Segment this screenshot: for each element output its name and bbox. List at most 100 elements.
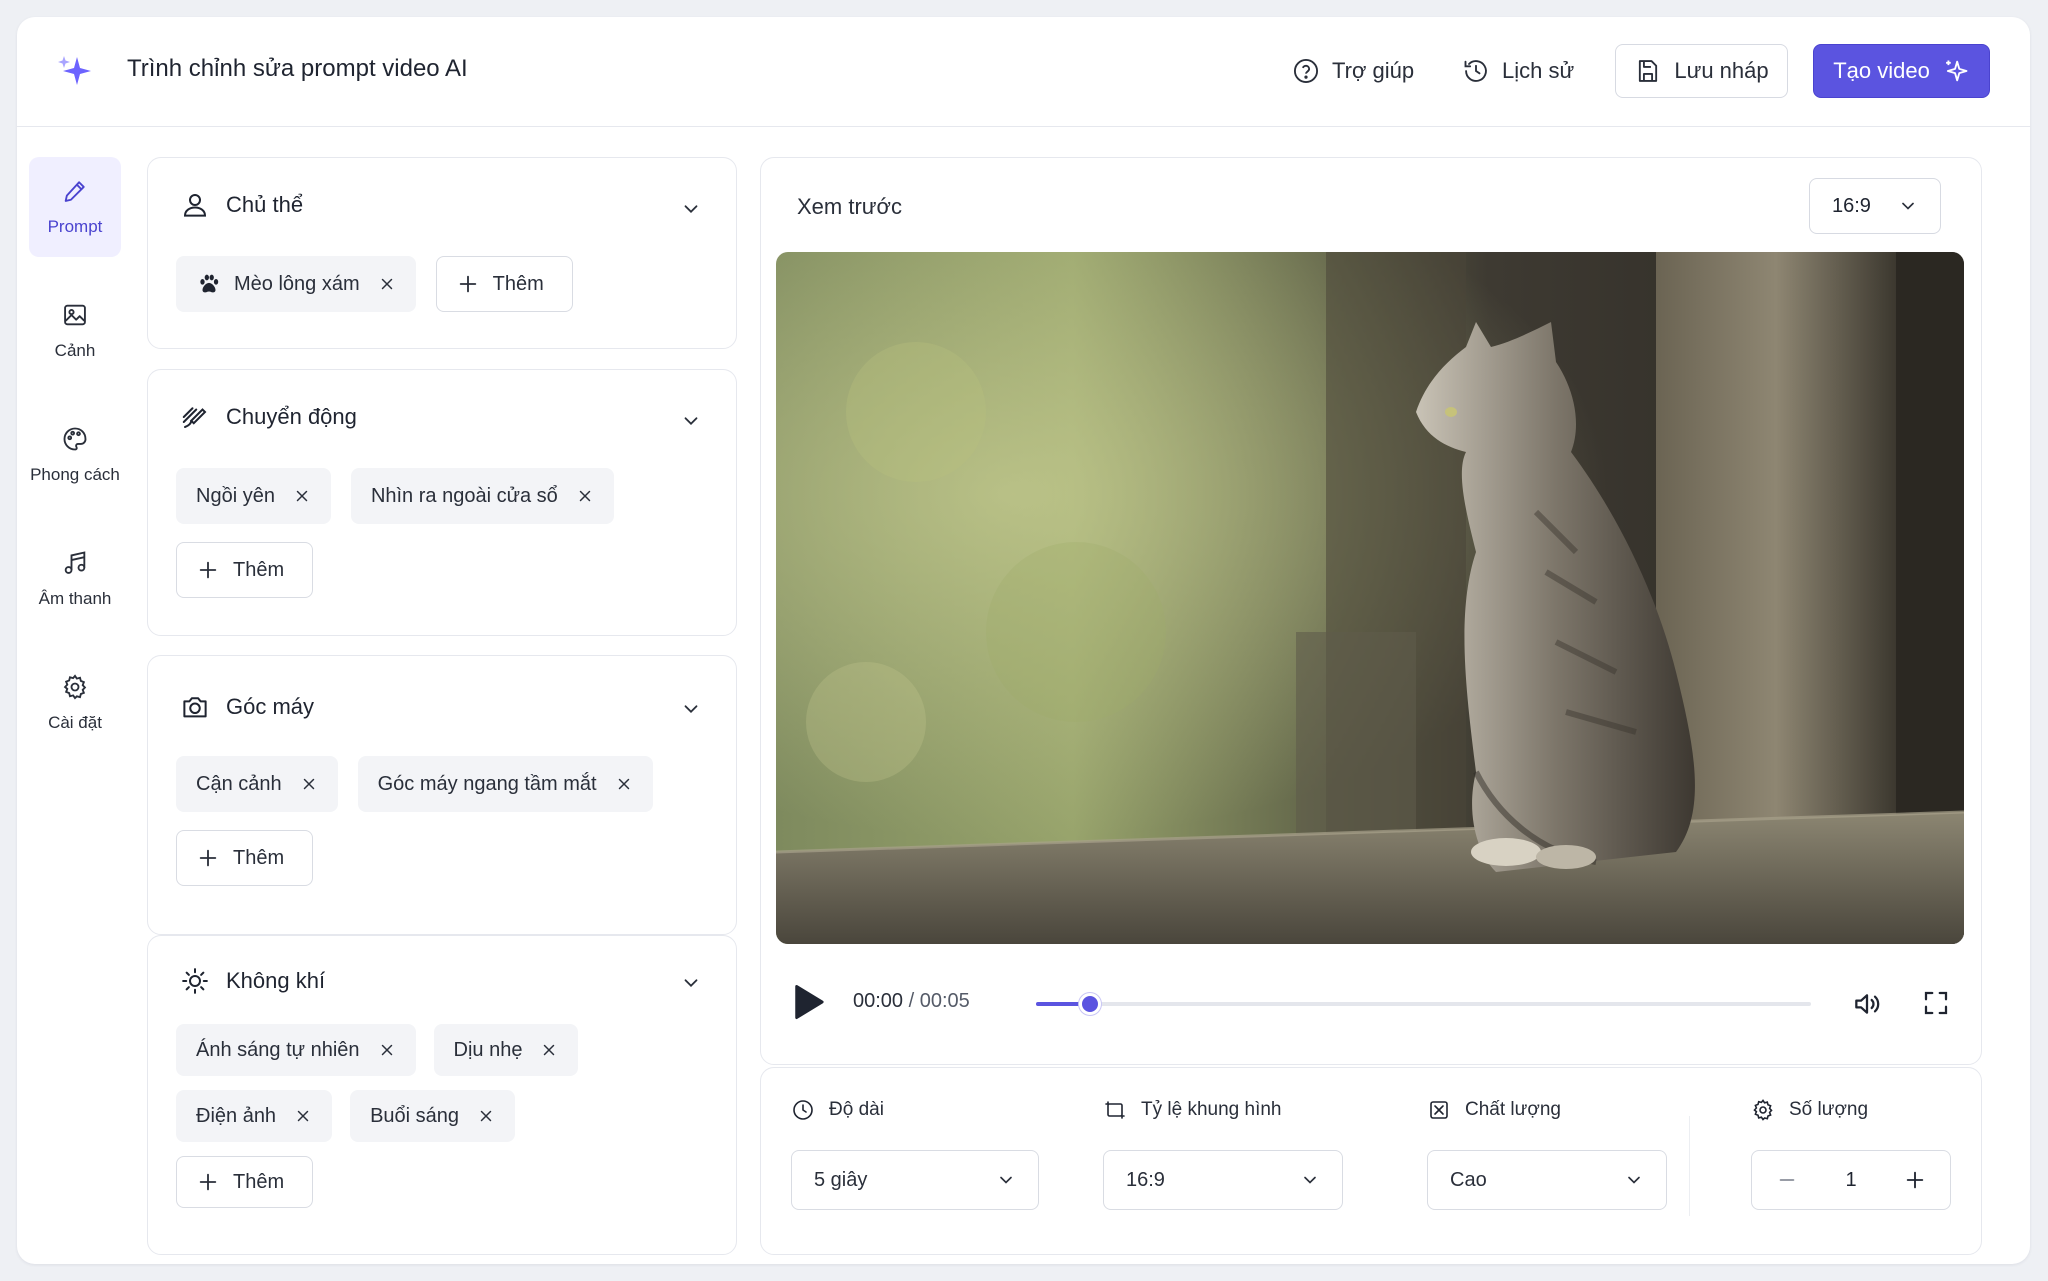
progress-track[interactable] bbox=[1036, 993, 1811, 1015]
add-label: Thêm bbox=[492, 272, 544, 295]
top-header: Trình chỉnh sửa prompt video AI Trợ giúp… bbox=[17, 17, 2030, 127]
subject-title: Chủ thể bbox=[226, 192, 304, 217]
nav-item-scene[interactable]: Cảnh bbox=[29, 281, 121, 381]
close-icon[interactable] bbox=[378, 275, 396, 293]
play-icon[interactable] bbox=[791, 982, 825, 1022]
progress-thumb[interactable] bbox=[1079, 993, 1102, 1015]
length-select[interactable]: 5 giây bbox=[791, 1150, 1039, 1210]
close-icon[interactable] bbox=[293, 487, 311, 505]
chevron-down-icon[interactable] bbox=[680, 410, 702, 432]
app-title: Trình chỉnh sửa prompt video AI bbox=[127, 55, 468, 82]
close-icon[interactable] bbox=[615, 775, 633, 793]
camera-title: Góc máy bbox=[226, 694, 315, 719]
quality-value: Cao bbox=[1450, 1168, 1487, 1191]
add-label: Thêm bbox=[233, 846, 285, 869]
sparkle-icon bbox=[1945, 60, 1968, 82]
side-nav: Prompt Cảnh Phong cách Âm thanh Cài đặt bbox=[29, 157, 121, 777]
add-camera-button[interactable]: Thêm bbox=[176, 830, 314, 886]
help-button[interactable]: Trợ giúp bbox=[1292, 44, 1414, 98]
close-icon[interactable] bbox=[576, 487, 594, 505]
chip: Mèo lông xám bbox=[176, 256, 416, 312]
video-preview[interactable] bbox=[776, 252, 1964, 944]
quality-label: Chất lượng bbox=[1465, 1099, 1561, 1120]
close-icon[interactable] bbox=[300, 775, 318, 793]
chip: Ánh sáng tự nhiên bbox=[176, 1024, 416, 1076]
preview-card: Xem trước 16:9 00:00 / 00:05 bbox=[760, 157, 1982, 1065]
close-icon[interactable] bbox=[540, 1041, 558, 1059]
save-draft-label: Lưu nháp bbox=[1674, 58, 1769, 83]
history-icon bbox=[1464, 60, 1487, 82]
nav-item-prompt[interactable]: Prompt bbox=[29, 157, 121, 257]
close-icon[interactable] bbox=[378, 1041, 396, 1059]
plus-icon bbox=[199, 561, 217, 579]
video-controls: 00:00 / 00:05 bbox=[791, 978, 1951, 1028]
mood-title: Không khí bbox=[226, 968, 326, 993]
camera-header[interactable]: Góc máy bbox=[180, 692, 314, 722]
music-icon bbox=[64, 551, 86, 574]
mood-chips: Ánh sáng tự nhiên Dịu nhẹ Điện ảnh Buổi … bbox=[176, 1024, 626, 1208]
help-circle-icon bbox=[1293, 58, 1319, 84]
aspect-label-row: Tỷ lệ khung hình bbox=[1103, 1098, 1343, 1122]
quality-select[interactable]: Cao bbox=[1427, 1150, 1667, 1210]
fullscreen-icon[interactable] bbox=[1921, 988, 1951, 1018]
add-label: Thêm bbox=[233, 558, 285, 581]
palette-icon bbox=[63, 427, 87, 451]
save-draft-button[interactable]: Lưu nháp bbox=[1615, 44, 1788, 98]
close-icon[interactable] bbox=[477, 1107, 495, 1125]
subject-header[interactable]: Chủ thể bbox=[180, 190, 303, 220]
paw-icon bbox=[200, 274, 219, 293]
length-label: Độ dài bbox=[829, 1099, 884, 1120]
aspect-select[interactable]: 16:9 bbox=[1103, 1150, 1343, 1210]
chip-label: Ánh sáng tự nhiên bbox=[196, 1038, 360, 1061]
quality-setting: Chất lượng Cao bbox=[1427, 1098, 1667, 1210]
aspect-value: 16:9 bbox=[1126, 1168, 1165, 1191]
nav-item-settings[interactable]: Cài đặt bbox=[29, 653, 121, 753]
chip: Góc máy ngang tầm mắt bbox=[357, 756, 653, 812]
gear-icon bbox=[1753, 1099, 1773, 1121]
count-value[interactable]: 1 bbox=[1845, 1169, 1856, 1192]
nav-item-label: Prompt bbox=[47, 217, 103, 236]
history-button[interactable]: Lịch sử bbox=[1462, 44, 1574, 98]
chevron-down-icon[interactable] bbox=[680, 198, 702, 220]
time-separator: / bbox=[903, 990, 920, 1012]
chip: Ngồi yên bbox=[176, 468, 331, 524]
chevron-down-icon[interactable] bbox=[680, 972, 702, 994]
plus-icon[interactable] bbox=[1904, 1169, 1926, 1191]
plus-icon bbox=[199, 849, 217, 867]
chip: Dịu nhẹ bbox=[433, 1024, 579, 1076]
motion-card: Chuyển động Ngồi yên Nhìn ra ngoài cửa s… bbox=[147, 369, 737, 636]
volume-icon[interactable] bbox=[1851, 988, 1883, 1020]
nav-item-style[interactable]: Phong cách bbox=[29, 405, 121, 505]
crop-ratio-icon bbox=[1105, 1101, 1125, 1119]
camera-chips: Cận cảnh Góc máy ngang tầm mắt Thêm bbox=[176, 756, 708, 886]
add-motion-button[interactable]: Thêm bbox=[176, 542, 314, 598]
clock-icon bbox=[793, 1100, 813, 1120]
gear-icon bbox=[63, 674, 87, 700]
preview-ratio-select[interactable]: 16:9 bbox=[1809, 178, 1941, 234]
minus-icon[interactable] bbox=[1776, 1169, 1798, 1191]
count-stepper: 1 bbox=[1751, 1150, 1951, 1210]
chip-label: Nhìn ra ngoài cửa sổ bbox=[370, 484, 558, 507]
create-video-button[interactable]: Tạo video bbox=[1813, 44, 1990, 98]
settings-card: Độ dài 5 giây Tỷ lệ khung hình 16:9 Chất… bbox=[760, 1067, 1982, 1255]
chevron-down-icon[interactable] bbox=[680, 698, 702, 720]
duration-time: 00:05 bbox=[919, 990, 970, 1012]
nav-item-audio[interactable]: Âm thanh bbox=[29, 529, 121, 629]
user-icon bbox=[183, 194, 207, 217]
nav-item-label: Âm thanh bbox=[38, 589, 112, 608]
mood-header[interactable]: Không khí bbox=[180, 966, 325, 996]
chip-label: Dịu nhẹ bbox=[453, 1038, 523, 1061]
add-mood-button[interactable]: Thêm bbox=[176, 1156, 314, 1208]
chevron-down-icon bbox=[1628, 1176, 1640, 1184]
quality-icon bbox=[1430, 1101, 1448, 1119]
sun-icon bbox=[182, 968, 208, 994]
length-setting: Độ dài 5 giây bbox=[791, 1098, 1039, 1210]
subject-chips: Mèo lông xám Thêm bbox=[176, 256, 708, 312]
history-label: Lịch sử bbox=[1502, 58, 1575, 83]
add-subject-button[interactable]: Thêm bbox=[435, 256, 573, 312]
motion-header[interactable]: Chuyển động bbox=[180, 402, 357, 432]
time-display: 00:00 / 00:05 bbox=[853, 990, 970, 1013]
close-icon[interactable] bbox=[294, 1107, 312, 1125]
chip-label: Cận cảnh bbox=[196, 772, 282, 795]
nav-item-label: Cảnh bbox=[54, 341, 96, 360]
